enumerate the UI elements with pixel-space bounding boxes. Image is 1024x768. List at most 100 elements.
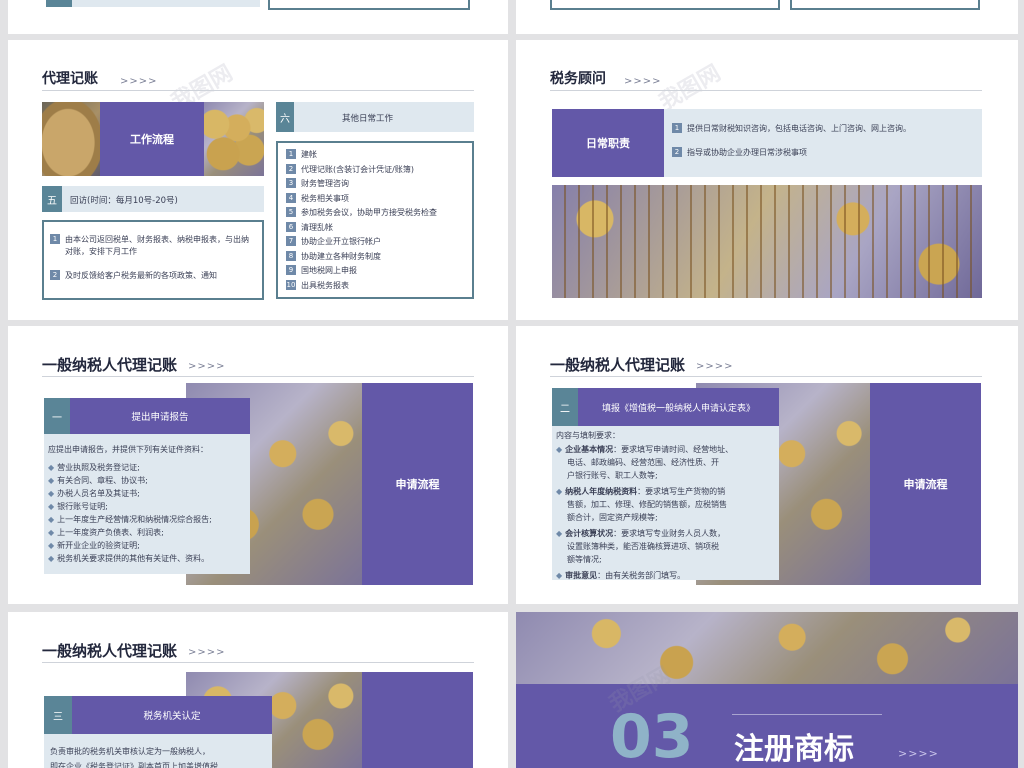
work-flow-box: 工作流程	[100, 102, 204, 176]
bullet-icon: ◆	[556, 487, 563, 496]
chevron-icon: >>>>	[898, 747, 939, 760]
abacus-coins-photo	[552, 185, 982, 298]
step-two-number: 二	[552, 388, 578, 426]
slide-tax-advisor[interactable]: 我图网 税务顾问 >>>> 日常职责 1 提供日常财税知识咨询，包括电话咨询、上门…	[516, 40, 1018, 320]
requirement-line: ◆ 审批意见：由有关税务部门填写。	[556, 569, 778, 582]
slide-general-taxpayer-2[interactable]: 一般纳税人代理记账 >>>> 申请流程 二 填报《增值税一般纳税人申请认定表》 …	[516, 326, 1018, 604]
visit-item: 1 由本公司返回税单、财务报表、纳税申报表，与出纳对账，安排下月工作	[50, 234, 254, 258]
number-badge: 1	[50, 234, 60, 244]
list-item-text: 清理乱帐	[301, 222, 333, 232]
list-item-text: 协助建立各种财务制度	[301, 251, 381, 261]
list-item-text: 提供日常财税知识咨询，包括电话咨询、上门咨询、网上咨询。	[687, 124, 911, 133]
step-one-header: 提出申请报告	[70, 398, 250, 434]
title-divider	[42, 662, 474, 663]
number-badge: 2	[286, 163, 296, 174]
requirement-line: ◆ 会计核算状况：要求填写专业财务人员人数，	[556, 527, 778, 540]
number-badge: 9	[286, 265, 296, 275]
requirement-line: ◆ 纳税人年度纳税资料：要求填写生产货物的销	[556, 485, 778, 498]
requirement-heading: 纳税人年度纳税资料	[565, 487, 638, 496]
number-badge: 2	[672, 147, 682, 157]
task-item: 6 清理乱帐	[286, 221, 470, 234]
step-two-intro: 内容与填制要求：	[556, 431, 620, 440]
slide-title: 一般纳税人代理记账	[42, 642, 178, 660]
requirement-text: 电话、邮政编码、经营范围、经济性质、开	[567, 458, 719, 467]
requirement-line: 户银行账号、职工人数等;	[556, 469, 778, 482]
bullet-icon: ◆	[48, 476, 55, 485]
requirement-line: ◆ 企业基本情况：要求填写申请时间、经营地址、	[556, 443, 778, 456]
section-number: 03	[610, 702, 694, 768]
slide-top-right-partial[interactable]	[516, 0, 1018, 34]
list-item-text: 税务相关事项	[301, 193, 349, 203]
slide-agent-accounting[interactable]: 我图网 代理记账 >>>> 工作流程 五 回访(时间：每月10号-20号) 1由…	[8, 40, 508, 320]
number-badge: 10	[286, 279, 296, 290]
task-item: 5 参加税务会议，协助甲方接受税务检查	[286, 207, 470, 219]
watermark: 我图网	[655, 60, 726, 116]
slide-top-left-partial[interactable]	[8, 0, 508, 34]
body-line: 即在企业《税务登记证》副本首页上加盖增值税	[50, 762, 218, 768]
money-photo	[204, 102, 264, 176]
visit-item: 2 及时反馈给客户税务最新的各项政策、通知	[50, 270, 254, 282]
tasks-box: 1 建帐 2 代理记账(含装订会计凭证/账簿) 3 财务管理咨询 4 税务相关事项 5 参加税务会…	[276, 141, 474, 299]
bullet-icon: ◆	[48, 528, 55, 537]
requirement-line: 设置账簿种类，能否准确核算进项、销项税	[556, 540, 778, 553]
task-item: 7 协助企业开立银行帐户	[286, 236, 470, 248]
requirement-line: 售额，加工、修理、修配的销售额，应税销售	[556, 498, 778, 511]
chevron-icon: >>>>	[120, 76, 158, 87]
number-badge: 1	[286, 149, 296, 159]
document-item: ◆ 办税人员名单及其证书;	[48, 487, 248, 500]
bullet-icon: ◆	[556, 571, 563, 580]
title-divider	[42, 376, 474, 377]
requirement-text: ：由有关税务部门填写。	[597, 571, 686, 580]
document-item: ◆ 有关合同、章程、协议书;	[48, 474, 248, 487]
body-line: 负责审批的税务机关审核认定为一般纳税人，	[50, 747, 210, 756]
step-two-header: 填报《增值税一般纳税人申请认定表》	[578, 388, 779, 426]
requirement-text: 额等情况;	[567, 555, 602, 564]
document-item-text: 银行账号证明;	[57, 502, 108, 511]
form-requirements-list: ◆ 企业基本情况：要求填写申请时间、经营地址、 电话、邮政编码、经营范围、经济性质、…	[556, 443, 778, 585]
slide-title: 一般纳税人代理记账	[550, 356, 686, 374]
slide-general-taxpayer-1[interactable]: 一般纳税人代理记账 >>>> 申请流程 一 提出申请报告 应提出申请报告，并提供…	[8, 326, 508, 604]
list-item-text: 协助企业开立银行帐户	[301, 237, 381, 246]
section-five-number: 五	[42, 186, 62, 212]
step-one-intro: 应提出申请报告，并提供下列有关证件资料：	[48, 445, 208, 454]
requirement-text: 设置账簿种类，能否准确核算进项、销项税	[567, 542, 719, 551]
slide-section-03[interactable]: 我图网 03 注册商标 >>>>	[516, 612, 1018, 768]
section-title: 注册商标	[734, 732, 854, 767]
number-badge: 1	[672, 123, 682, 133]
number-badge: 3	[286, 178, 296, 188]
section-six-label: 其他日常工作	[342, 114, 394, 124]
title-divider	[42, 90, 474, 91]
document-item-text: 上一年度生产经营情况和纳税情况综合报告;	[57, 515, 212, 524]
list-item-text: 指导或协助企业办理日常涉税事项	[687, 148, 807, 157]
section-divider	[732, 714, 882, 715]
requirement-line: 额等情况;	[556, 553, 778, 566]
bullet-icon: ◆	[48, 489, 55, 498]
step-three-header: 税务机关认定	[72, 696, 272, 734]
number-badge: 5	[286, 207, 296, 217]
document-item: ◆ 上一年度生产经营情况和纳税情况综合报告;	[48, 513, 248, 526]
coins-photo	[516, 612, 1018, 684]
title-divider	[550, 376, 982, 377]
document-item-text: 上一年度资产负债表、利润表;	[57, 528, 164, 537]
piggy-bank-photo	[42, 102, 100, 176]
document-item: ◆ 上一年度资产负债表、利润表;	[48, 526, 248, 539]
task-item: 9 国地税网上申报	[286, 265, 470, 277]
step-one-number: 一	[44, 398, 70, 434]
chevron-icon: >>>>	[188, 361, 226, 372]
apply-flow-box	[362, 672, 473, 768]
visits-box: 1 由本公司返回税单、财务报表、纳税申报表，与出纳对账，安排下月工作 2 及时反馈给客…	[42, 220, 264, 300]
bullet-icon: ◆	[48, 502, 55, 511]
document-item: ◆ 新开业企业的验资证明;	[48, 539, 248, 552]
list-item-text: 代理记账(含装订会计凭证/账簿)	[301, 164, 414, 174]
list-item-text: 财务管理咨询	[301, 179, 349, 188]
document-item-text: 营业执照及税务登记证;	[57, 463, 140, 472]
slide-general-taxpayer-3[interactable]: 一般纳税人代理记账 >>>> 三 税务机关认定 负责审批的税务机关审核认定为一般…	[8, 612, 508, 768]
requirement-text: ：要求填写申请时间、经营地址、	[613, 445, 734, 454]
requirement-line: 电话、邮政编码、经营范围、经济性质、开	[556, 456, 778, 469]
bullet-icon: ◆	[48, 463, 55, 472]
apply-flow-box: 申请流程	[362, 383, 473, 585]
duty-items-box: 1 提供日常财税知识咨询，包括电话咨询、上门咨询、网上咨询。 2 指导或协助企业办理日…	[664, 109, 982, 177]
task-item: 10 出具税务报表	[286, 279, 470, 292]
apply-flow-box: 申请流程	[870, 383, 981, 585]
requirement-heading: 企业基本情况	[565, 445, 614, 454]
